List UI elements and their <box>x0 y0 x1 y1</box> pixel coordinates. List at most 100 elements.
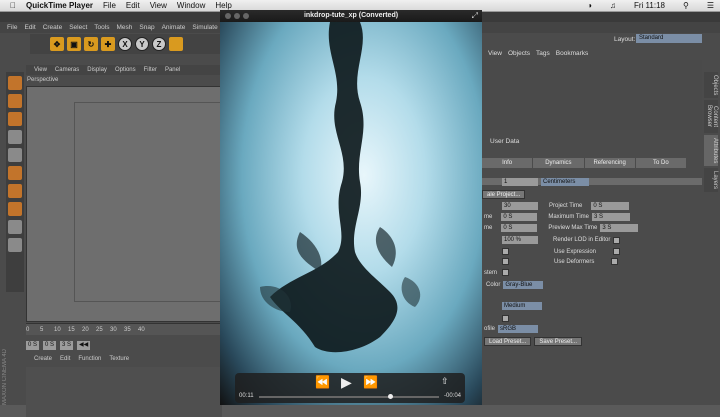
fps-field[interactable]: 30 <box>502 202 538 210</box>
load-preset-button[interactable]: Load Preset... <box>484 337 532 346</box>
maximum-time-field[interactable]: 3 S <box>592 213 631 221</box>
checkbox[interactable] <box>502 315 509 322</box>
fast-forward-button[interactable]: ⏩ <box>363 375 378 389</box>
checkbox[interactable] <box>502 258 509 265</box>
tab-objects[interactable]: Objects <box>704 72 718 99</box>
vp-menu-display[interactable]: Display <box>87 67 107 73</box>
vp-menu-filter[interactable]: Filter <box>144 67 157 73</box>
axis-mode-icon[interactable] <box>8 184 22 198</box>
obj-menu-objects[interactable]: Objects <box>508 50 530 57</box>
menu-help[interactable]: Help <box>215 1 231 10</box>
use-expression-checkbox[interactable] <box>613 248 621 255</box>
preview-max-field[interactable]: 3 S <box>600 224 639 232</box>
edges-mode-icon[interactable] <box>8 148 22 162</box>
tab-content-browser[interactable]: Content Browser <box>704 100 718 133</box>
c4d-menu-tools[interactable]: Tools <box>94 24 109 31</box>
menu-window[interactable]: Window <box>177 1 205 10</box>
preview-min-field[interactable]: 0 S <box>501 224 538 232</box>
use-deformers-checkbox[interactable] <box>611 258 619 265</box>
scale-tool-icon[interactable]: ▣ <box>67 37 81 51</box>
obj-menu-view[interactable]: View <box>488 50 502 57</box>
c4d-menu-animate[interactable]: Animate <box>162 24 186 31</box>
tab-to-do[interactable]: To Do <box>635 158 686 168</box>
layout-select[interactable]: Standard <box>636 34 702 43</box>
add-tool-icon[interactable]: ✚ <box>101 37 115 51</box>
share-icon[interactable]: ⇧ <box>441 376 449 387</box>
apple-icon[interactable]:  <box>10 1 16 10</box>
minimum-time-field[interactable]: 0 S <box>501 213 538 221</box>
y-axis-button[interactable]: Y <box>135 37 149 51</box>
c4d-menu-snap[interactable]: Snap <box>139 24 154 31</box>
scale-unit-select[interactable]: Centimeters <box>541 178 589 186</box>
tab-layers[interactable]: Layers <box>704 167 718 192</box>
medium-select[interactable]: Medium <box>502 302 542 310</box>
c4d-menu-mesh[interactable]: Mesh <box>116 24 132 31</box>
render-lod-checkbox[interactable] <box>613 236 621 244</box>
magnet-icon[interactable] <box>8 202 22 216</box>
rewind-button[interactable]: ⏪ <box>315 375 330 389</box>
c4d-menu-select[interactable]: Select <box>69 24 87 31</box>
stem-checkbox[interactable] <box>502 269 510 276</box>
mat-menu-create[interactable]: Create <box>34 356 52 366</box>
workplane-icon[interactable] <box>8 238 22 252</box>
checkbox[interactable] <box>502 248 509 255</box>
make-editable-icon[interactable] <box>8 76 22 90</box>
material-manager[interactable] <box>26 367 222 417</box>
c4d-menu-edit[interactable]: Edit <box>24 24 35 31</box>
rotate-tool-icon[interactable]: ↻ <box>84 37 98 51</box>
notification-icon[interactable]: ☰ <box>707 1 714 10</box>
clock[interactable]: Fri 11:18 <box>634 1 665 10</box>
search-icon[interactable]: ⚲ <box>683 1 689 10</box>
profile-select[interactable]: sRGB <box>498 325 539 333</box>
texture-mode-icon[interactable] <box>8 112 22 126</box>
volume-icon[interactable]: ♫ <box>610 1 616 10</box>
scrubber-knob[interactable] <box>388 394 394 399</box>
tab-attributes[interactable]: Attributes <box>704 134 718 166</box>
mat-menu-function[interactable]: Function <box>78 356 101 366</box>
menu-view[interactable]: View <box>150 1 167 10</box>
object-manager[interactable] <box>482 60 702 130</box>
attr-menu-user-data[interactable]: User Data <box>490 138 519 145</box>
model-mode-icon[interactable] <box>8 94 22 108</box>
scale-project-button[interactable]: ale Project... <box>482 190 526 199</box>
polygons-mode-icon[interactable] <box>8 166 22 180</box>
frame-end-field[interactable]: 3 S <box>60 340 74 350</box>
color-select[interactable]: Gray-Blue <box>503 281 544 289</box>
video-frame[interactable] <box>220 22 482 405</box>
timeline[interactable]: 0 5 10 15 20 25 30 35 40 <box>26 323 222 335</box>
snap-icon[interactable] <box>8 220 22 234</box>
vp-menu-cameras[interactable]: Cameras <box>55 67 79 73</box>
play-button[interactable]: ▶ <box>341 374 352 391</box>
frame-current-field[interactable]: 0 S <box>43 340 57 350</box>
points-mode-icon[interactable] <box>8 130 22 144</box>
minimize-button[interactable] <box>234 13 240 19</box>
wifi-icon[interactable]: ◑ <box>587 1 592 10</box>
z-axis-button[interactable]: Z <box>152 37 166 51</box>
c4d-menu-create[interactable]: Create <box>43 24 63 31</box>
frame-start-field[interactable]: 0 S <box>26 340 40 350</box>
close-button[interactable] <box>225 13 231 19</box>
scrubber-track[interactable] <box>259 394 439 399</box>
menu-edit[interactable]: Edit <box>126 1 140 10</box>
x-axis-button[interactable]: X <box>118 37 132 51</box>
scale-value-field[interactable]: 1 <box>502 178 538 186</box>
mat-menu-edit[interactable]: Edit <box>60 356 70 366</box>
tab-dynamics[interactable]: Dynamics <box>533 158 584 168</box>
menu-file[interactable]: File <box>103 1 116 10</box>
coordinate-system-icon[interactable] <box>169 37 183 51</box>
vp-menu-options[interactable]: Options <box>115 67 136 73</box>
vp-menu-panel[interactable]: Panel <box>165 67 180 73</box>
app-menu[interactable]: QuickTime Player <box>26 1 93 10</box>
vp-menu-view[interactable]: View <box>34 67 47 73</box>
lod-field[interactable]: 100 % <box>502 236 538 244</box>
mat-menu-texture[interactable]: Texture <box>109 356 129 366</box>
c4d-menu-simulate[interactable]: Simulate <box>192 24 217 31</box>
zoom-button[interactable] <box>243 13 249 19</box>
fullscreen-icon[interactable]: ⤢ <box>472 11 478 21</box>
go-to-start-icon[interactable]: ◀◀ <box>77 340 91 350</box>
tab-referencing[interactable]: Referencing <box>584 158 635 168</box>
c4d-menu-file[interactable]: File <box>7 24 17 31</box>
tab-info[interactable]: Info <box>482 158 533 168</box>
save-preset-button[interactable]: Save Preset... <box>534 337 583 346</box>
project-time-field[interactable]: 0 S <box>591 202 630 210</box>
